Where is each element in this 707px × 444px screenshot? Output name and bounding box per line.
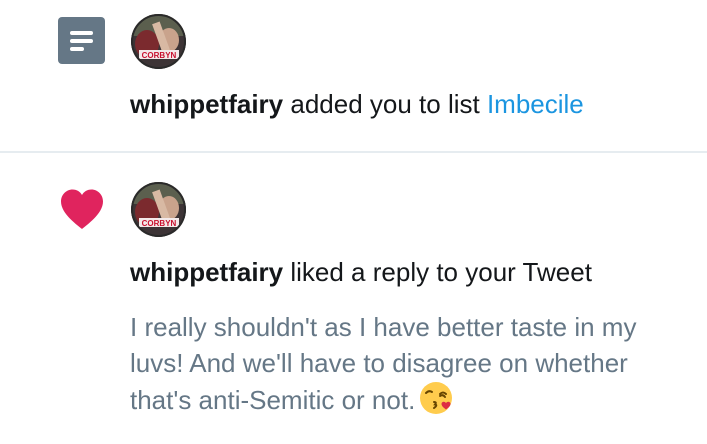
user-name-link[interactable]: whippetfairy [130, 89, 283, 119]
user-avatar-icon[interactable]: CORBYN [131, 182, 186, 237]
notification-list-added[interactable]: CORBYN whippetfairy added you to list Im… [0, 0, 707, 151]
avatar-overlay-text: CORBYN [142, 51, 177, 60]
notification-like[interactable]: CORBYN whippetfairy liked a reply to you… [0, 153, 707, 444]
notification-message: whippetfairy liked a reply to your Tweet [130, 255, 592, 289]
notifications-feed: CORBYN whippetfairy added you to list Im… [0, 0, 707, 444]
list-name-link[interactable]: Imbecile [487, 89, 584, 119]
action-text: liked a reply to your Tweet [283, 257, 592, 287]
heart-icon [58, 186, 106, 234]
tweet-text[interactable]: I really shouldn't as I have better tast… [130, 309, 690, 424]
action-text: added you to list [283, 89, 487, 119]
avatar-overlay-text: CORBYN [142, 219, 177, 228]
list-icon [58, 17, 106, 65]
notification-message: whippetfairy added you to list Imbecile [130, 87, 584, 121]
face-blowing-a-kiss-emoji [419, 381, 453, 424]
tweet-body: I really shouldn't as I have better tast… [130, 312, 637, 415]
user-name-link[interactable]: whippetfairy [130, 257, 283, 287]
user-avatar-icon[interactable]: CORBYN [131, 14, 186, 69]
